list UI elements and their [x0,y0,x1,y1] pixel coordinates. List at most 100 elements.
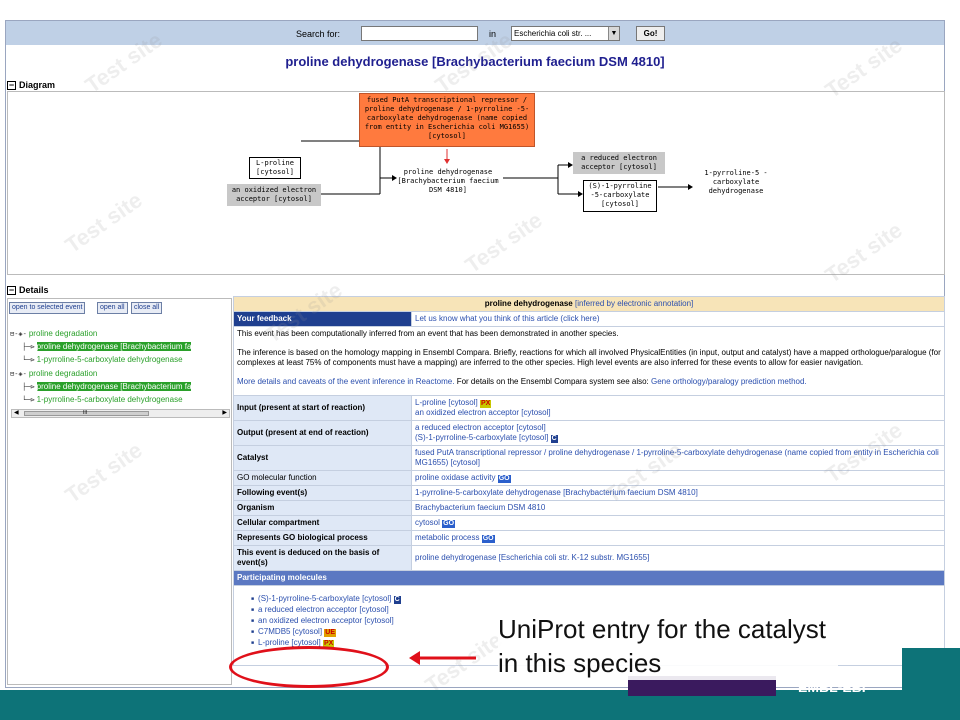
input-item[interactable]: L-proline [cytosol] PX [415,398,941,408]
tree-item[interactable]: ⊟-◈- proline degradation [10,369,97,378]
species-select-value: Escherichia coli str. ... [514,29,592,38]
reaction-icon: ├─⊳ [22,342,35,351]
annotation-callout: UniProt entry for the catalyst in this s… [498,612,838,680]
tree-toggle-icon[interactable]: ⊟-◈- [10,330,27,338]
event-hierarchy-tree: open to selected event open all close al… [7,298,232,685]
output-item[interactable]: (S)-1-pyrroline-5-carboxylate [cytosol] … [415,433,941,443]
in-label: in [489,29,497,39]
go-badge-icon[interactable]: GO [497,475,511,483]
row-key: Input (present at start of reaction) [233,395,412,421]
chevron-down-icon[interactable]: ▼ [608,27,619,40]
details-header-row: proline dehydrogenase [inferred by elect… [233,296,945,312]
inference-details-link[interactable]: More details and caveats of the event in… [237,377,454,386]
collapse-icon[interactable]: − [7,285,16,295]
collapse-icon[interactable]: − [7,80,16,90]
go-badge-icon[interactable]: GO [442,520,456,528]
open-to-selected-button[interactable]: open to selected event [9,302,86,314]
feedback-link[interactable]: Let us know what you think of this artic… [411,311,945,327]
inferred-link[interactable]: [inferred by electronic annotation] [575,299,693,308]
reaction-node[interactable]: proline dehydrogenase [Brachybacterium f… [394,168,502,198]
table-row: Your feedback Let us know what you think… [233,311,945,327]
tree-item-label: proline degradation [28,329,98,338]
table-row: This event is deduced on the basis of ev… [233,545,945,571]
table-row: Input (present at start of reaction) L-p… [233,395,945,421]
species-select[interactable]: Escherichia coli str. ... ▼ [511,26,620,41]
output-item[interactable]: a reduced electron acceptor [cytosol] [415,423,941,433]
row-key: Output (present at end of reaction) [233,420,412,446]
next-event-node[interactable]: 1-pyrroline-5 -carboxylate dehydrogenase [698,169,774,199]
deduced-event-link[interactable]: proline dehydrogenase [Escherichia coli … [411,545,945,571]
table-row: Following event(s) 1-pyrroline-5-carboxy… [233,485,945,501]
table-row: Participating molecules [233,570,945,586]
row-key: Represents GO biological process [233,530,412,546]
uniprot-badge-icon[interactable]: UE [324,629,337,637]
row-key: Following event(s) [233,485,412,501]
output-values: a reduced electron acceptor [cytosol] (S… [411,420,945,446]
participating-header: Participating molecules [233,570,945,586]
catalyst-node[interactable]: fused PutA transcriptional repressor / p… [359,93,535,147]
close-all-button[interactable]: close all [131,302,163,314]
page-title: proline dehydrogenase [Brachybacterium f… [285,54,665,69]
tree-item[interactable]: ⊟-◈- proline degradation [10,329,97,338]
search-label: Search for: [296,29,341,39]
diagram-section-label: Diagram [19,80,56,90]
row-key: GO molecular function [233,470,412,486]
chebi-badge-icon[interactable]: C [550,435,558,443]
input-node-proline[interactable]: L-proline [cytosol] [249,157,301,179]
list-item[interactable]: (S)-1-pyrroline-5-carboxylate [cytosol] … [251,594,941,605]
input-node-oxidized-acceptor[interactable]: an oxidized electron acceptor [cytosol] [227,184,321,206]
scroll-right-icon[interactable]: ▶ [222,410,227,417]
catalyst-link[interactable]: fused PutA transcriptional repressor / p… [411,445,945,471]
row-key: Your feedback [233,311,412,327]
table-row: GO molecular function proline oxidase ac… [233,470,945,486]
tree-item-label: 1-pyrroline-5-carboxylate dehydrogenase [36,355,183,364]
reaction-icon: ├─⊳ [22,382,35,391]
details-section-header[interactable]: − Details [7,285,49,295]
summary-paragraph: More details and caveats of the event in… [237,377,941,387]
tree-toggle-icon[interactable]: ⊟-◈- [10,370,27,378]
summary-paragraph: The inference is based on the homology m… [237,348,941,367]
table-row: Output (present at end of reaction) a re… [233,420,945,446]
input-values: L-proline [cytosol] PX an oxidized elect… [411,395,945,421]
event-name: proline dehydrogenase [484,299,573,308]
summary-paragraph: This event has been computationally infe… [237,329,619,338]
footer-corner [902,648,960,720]
reaction-icon: └─⊳ [22,355,35,364]
details-header: proline dehydrogenase [inferred by elect… [233,296,945,312]
scroll-left-icon[interactable]: ◀ [14,410,19,417]
row-key: This event is deduced on the basis of ev… [233,545,412,571]
scrollbar-thumb[interactable]: III [24,410,149,416]
table-row: Catalyst fused PutA transcriptional repr… [233,445,945,471]
tree-item[interactable]: └─⊳ 1-pyrroline-5-carboxylate dehydrogen… [22,355,183,364]
go-badge-icon[interactable]: GO [481,535,495,543]
compartment-value[interactable]: cytosol GO [411,515,945,531]
scrollbar-grip: III [83,410,88,416]
diagram-section-header[interactable]: − Diagram [7,80,55,90]
open-all-button[interactable]: open all [97,302,128,314]
reaction-icon: └─⊳ [22,395,35,404]
go-bp-value[interactable]: metabolic process GO [411,530,945,546]
tree-item[interactable]: ├─⊳ proline dehydrogenase [Brachybacteri… [22,342,192,351]
input-item[interactable]: an oxidized electron acceptor [cytosol] [415,408,941,418]
output-node-reduced-acceptor[interactable]: a reduced electron acceptor [cytosol] [573,152,665,174]
following-event-link[interactable]: 1-pyrroline-5-carboxylate dehydrogenase … [411,485,945,501]
tree-item[interactable]: ├─⊳ proline dehydrogenase [Brachybacteri… [22,382,192,391]
row-key: Cellular compartment [233,515,412,531]
tree-item[interactable]: └─⊳ 1-pyrroline-5-carboxylate dehydrogen… [22,395,183,404]
summary-cell: This event has been computationally infe… [233,326,945,396]
table-row: Cellular compartment cytosol GO [233,515,945,531]
annotation-arrow [409,651,476,665]
summary-text: For details on the Ensembl Compara syste… [454,377,651,386]
search-input[interactable] [361,26,478,41]
highlight-ellipse [229,646,389,688]
row-key: Organism [233,500,412,516]
orthology-method-link[interactable]: Gene orthology/paralogy prediction metho… [651,377,807,386]
go-mf-value[interactable]: proline oxidase activity GO [411,470,945,486]
px-badge-icon[interactable]: PX [479,400,492,408]
chebi-badge-icon[interactable]: C [393,596,401,604]
go-button[interactable]: Go! [636,26,665,41]
organism-link[interactable]: Brachybacterium faecium DSM 4810 [411,500,945,516]
horizontal-scrollbar[interactable]: ◀ III ▶ [11,409,230,418]
output-node-pyrroline[interactable]: (S)-1-pyrroline -5-carboxylate [cytosol] [583,180,657,212]
details-table: proline dehydrogenase [inferred by elect… [233,296,945,666]
